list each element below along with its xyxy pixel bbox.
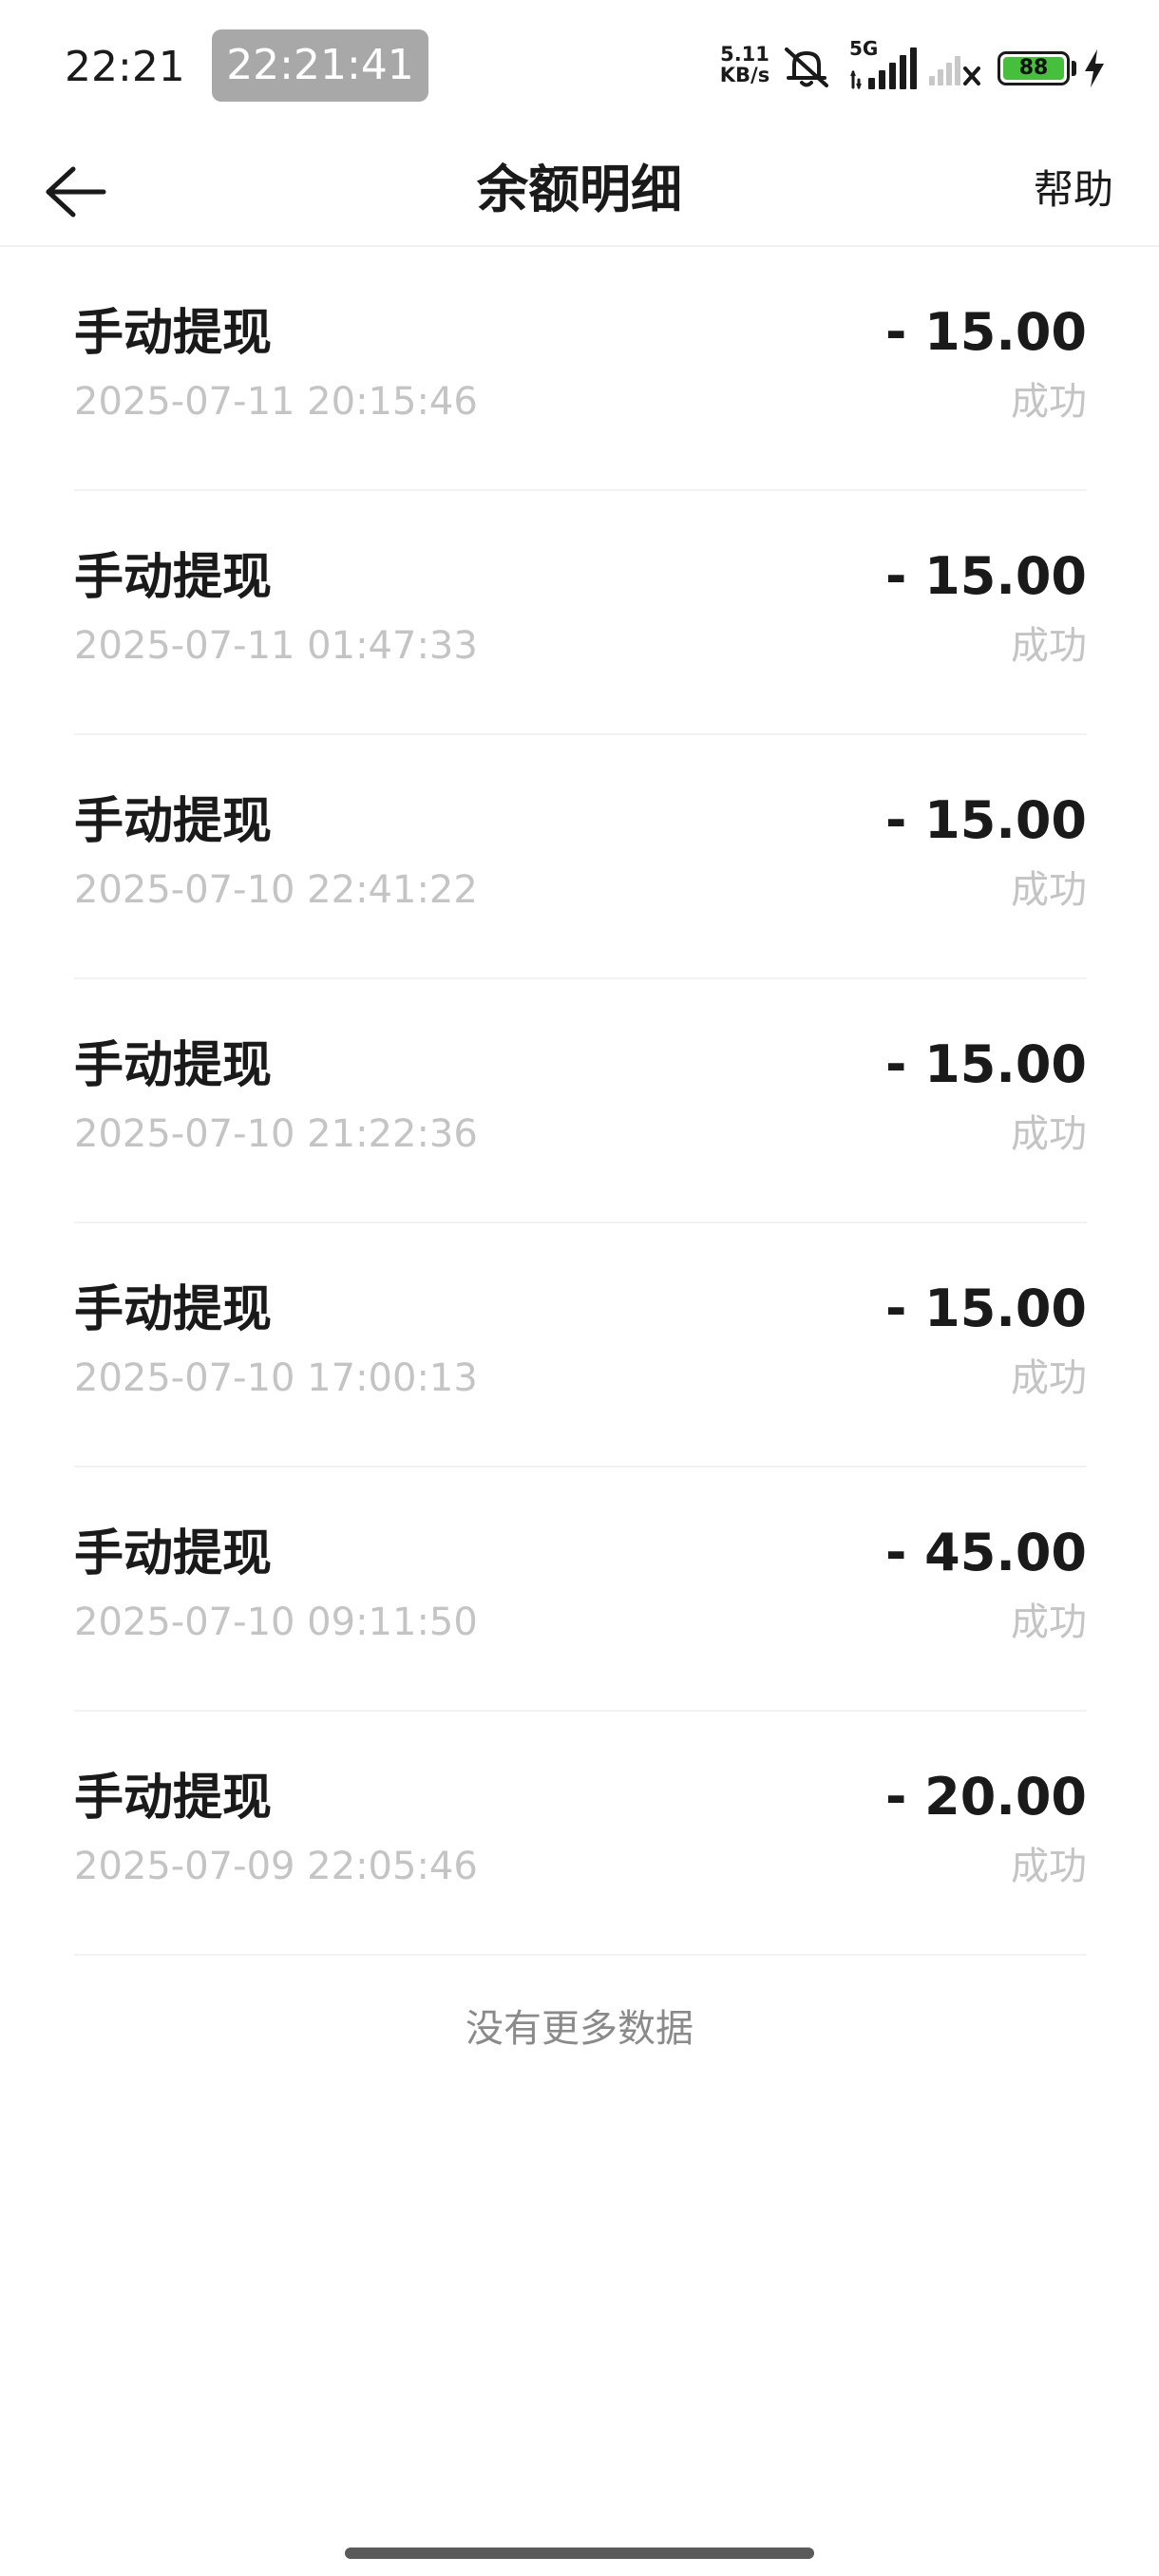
transaction-time: 2025-07-11 01:47:33	[74, 624, 478, 668]
battery-level: 88	[1003, 57, 1064, 80]
transaction-type: 手动提现	[74, 1037, 273, 1094]
transaction-row[interactable]: 手动提现 - 15.00 2025-07-10 17:00:13 成功	[74, 1223, 1087, 1468]
transaction-time: 2025-07-09 22:05:46	[74, 1845, 478, 1888]
transaction-status: 成功	[1011, 1112, 1087, 1156]
transaction-time: 2025-07-10 09:11:50	[74, 1601, 478, 1644]
transaction-time: 2025-07-11 20:15:46	[74, 380, 478, 424]
transaction-time: 2025-07-10 21:22:36	[74, 1112, 478, 1156]
transaction-time: 2025-07-10 17:00:13	[74, 1356, 478, 1400]
transaction-status: 成功	[1011, 1845, 1087, 1888]
status-time: 22:21	[65, 43, 185, 91]
transaction-status: 成功	[1011, 1356, 1087, 1400]
transaction-amount: - 15.00	[884, 546, 1087, 606]
transaction-row[interactable]: 手动提现 - 15.00 2025-07-11 01:47:33 成功	[74, 491, 1087, 735]
status-bar: 22:21 22:21:41 5.11 KB/s 5G 88	[0, 0, 1159, 133]
page-title: 余额明细	[477, 160, 682, 219]
home-indicator[interactable]	[345, 2548, 814, 2559]
transaction-status: 成功	[1011, 1601, 1087, 1644]
secondary-signal-icon	[929, 56, 980, 85]
transaction-type: 手动提现	[74, 1281, 273, 1338]
battery-tip	[1072, 61, 1076, 76]
network-speed: 5.11 KB/s	[714, 44, 775, 85]
back-button[interactable]	[38, 154, 114, 230]
transaction-type: 手动提现	[74, 793, 273, 850]
cellular-5g-signal: 5G	[849, 38, 925, 91]
transaction-row[interactable]: 手动提现 - 15.00 2025-07-10 21:22:36 成功	[74, 979, 1087, 1223]
network-speed-value: 5.11	[720, 43, 770, 66]
no-more-data-text: 没有更多数据	[466, 2007, 694, 2051]
network-speed-unit: KB/s	[719, 64, 770, 86]
transaction-amount: - 15.00	[884, 1034, 1087, 1094]
transaction-amount: - 15.00	[884, 790, 1087, 850]
mute-bell-icon	[785, 47, 828, 87]
transaction-type: 手动提现	[74, 305, 273, 362]
transaction-amount: - 20.00	[884, 1767, 1087, 1827]
transaction-amount: - 15.00	[884, 302, 1087, 362]
transaction-status: 成功	[1011, 624, 1087, 668]
status-clock-pill: 22:21:41	[212, 29, 428, 102]
transaction-status: 成功	[1011, 380, 1087, 424]
transaction-row[interactable]: 手动提现 - 45.00 2025-07-10 09:11:50 成功	[74, 1468, 1087, 1712]
nav-header: 余额明细 帮助	[0, 133, 1159, 247]
transaction-type: 手动提现	[74, 549, 273, 606]
transaction-type: 手动提现	[74, 1525, 273, 1582]
transaction-type: 手动提现	[74, 1770, 273, 1827]
transaction-amount: - 15.00	[884, 1279, 1087, 1338]
battery-icon: 88	[998, 51, 1070, 85]
transaction-status: 成功	[1011, 868, 1087, 912]
transaction-row[interactable]: 手动提现 - 20.00 2025-07-09 22:05:46 成功	[74, 1712, 1087, 1956]
transaction-row[interactable]: 手动提现 - 15.00 2025-07-10 22:41:22 成功	[74, 735, 1087, 979]
charging-bolt-icon	[1085, 49, 1104, 87]
transaction-list: 手动提现 - 15.00 2025-07-11 20:15:46 成功 手动提现…	[74, 247, 1087, 1956]
transaction-amount: - 45.00	[884, 1523, 1087, 1582]
transaction-time: 2025-07-10 22:41:22	[74, 868, 478, 912]
help-button[interactable]: 帮助	[1034, 133, 1113, 247]
transaction-row[interactable]: 手动提现 - 15.00 2025-07-11 20:15:46 成功	[74, 247, 1087, 491]
signal-bars-icon	[850, 47, 917, 90]
back-arrow-icon	[46, 166, 106, 218]
